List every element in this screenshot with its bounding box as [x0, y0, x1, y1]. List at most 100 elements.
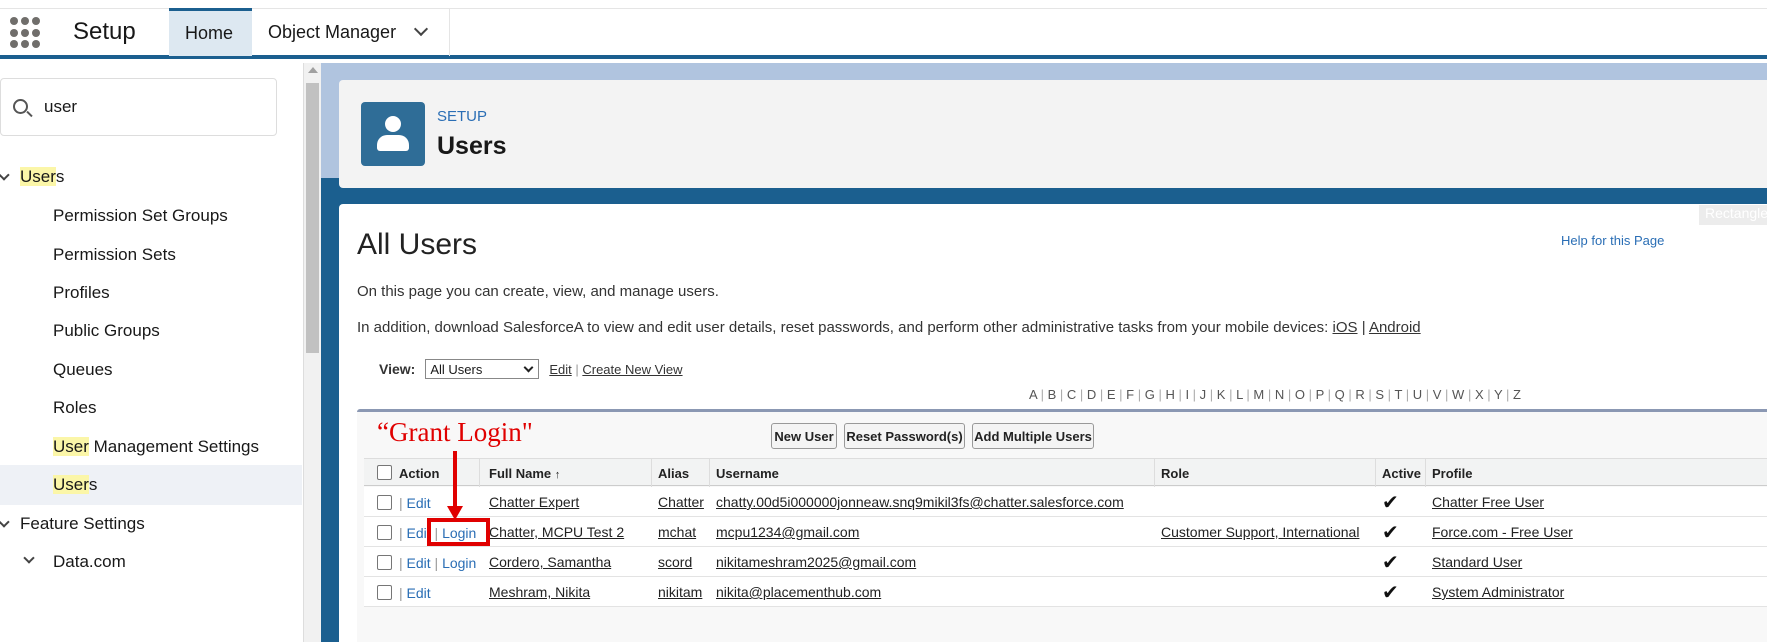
chevron-down-icon[interactable] [23, 552, 35, 564]
alias-link[interactable]: scord [658, 554, 692, 570]
table-row: | Edit | Login Chatter, MCPU Test 2 mcha… [364, 517, 1767, 547]
col-username[interactable]: Username [716, 466, 779, 481]
alpha-filter-n[interactable]: N [1275, 387, 1284, 402]
sidebar-item-queues[interactable]: Queues [0, 350, 302, 390]
android-link[interactable]: Android [1369, 319, 1421, 336]
username-link[interactable]: nikita@placementhub.com [716, 584, 881, 600]
alias-link[interactable]: Chatter [658, 494, 704, 510]
quick-find-box[interactable] [0, 78, 277, 136]
sidebar-item-label: Roles [53, 398, 97, 417]
sidebar-group-users[interactable]: Users [0, 157, 302, 197]
alpha-filter-q[interactable]: Q [1335, 387, 1345, 402]
app-launcher-icon[interactable] [10, 17, 42, 49]
alpha-filter-h[interactable]: H [1165, 387, 1174, 402]
row-checkbox[interactable] [377, 495, 392, 510]
table-row: | Edit Meshram, Nikita nikitam nikita@pl… [364, 577, 1767, 607]
profile-link[interactable]: Standard User [1432, 554, 1522, 570]
alpha-filter-t[interactable]: T [1394, 387, 1402, 402]
view-select[interactable]: All Users [425, 359, 540, 379]
full-name-link[interactable]: Chatter, MCPU Test 2 [489, 524, 624, 540]
label-rest: s [88, 475, 98, 494]
username-link[interactable]: chatty.00d5i000000jonneaw.snq9mikil3fs@c… [716, 494, 1124, 510]
alpha-separator: | [1344, 387, 1356, 402]
chevron-down-icon[interactable] [0, 169, 10, 181]
page-header: SETUP Users [339, 80, 1767, 188]
setup-breadcrumb[interactable]: SETUP [437, 108, 487, 125]
chevron-down-icon[interactable] [0, 516, 10, 528]
full-name-link[interactable]: Cordero, Samantha [489, 554, 611, 570]
sidebar-item-roles[interactable]: Roles [0, 388, 302, 428]
alpha-filter-e[interactable]: E [1107, 387, 1116, 402]
edit-link[interactable]: Edit [407, 555, 431, 571]
sidebar-item-label: Public Groups [53, 321, 160, 340]
alias-link[interactable]: nikitam [658, 584, 702, 600]
alpha-filter-d[interactable]: D [1087, 387, 1096, 402]
alpha-filter-u[interactable]: U [1413, 387, 1422, 402]
sidebar-item-users[interactable]: Users [0, 465, 302, 505]
new-user-button[interactable]: New User [771, 423, 837, 449]
alpha-filter-x[interactable]: X [1475, 387, 1484, 402]
edit-link[interactable]: Edit [407, 585, 431, 601]
sidebar-group-feature-settings[interactable]: Feature Settings [0, 504, 302, 544]
quick-find-input[interactable] [44, 93, 244, 121]
alpha-filter-g[interactable]: G [1145, 387, 1155, 402]
alpha-filter-z[interactable]: Z [1513, 387, 1521, 402]
ios-link[interactable]: iOS [1333, 319, 1358, 336]
sidebar-item-profiles[interactable]: Profiles [0, 273, 302, 313]
row-checkbox[interactable] [377, 585, 392, 600]
search-highlight: User [20, 167, 56, 186]
sidebar-item-label: Permission Set Groups [53, 206, 228, 225]
full-name-link[interactable]: Chatter Expert [489, 494, 579, 510]
edit-link[interactable]: Edit [407, 495, 431, 511]
alpha-filter-b[interactable]: B [1048, 387, 1057, 402]
alpha-filter-s[interactable]: S [1375, 387, 1384, 402]
alpha-filter-r[interactable]: R [1355, 387, 1364, 402]
row-checkbox[interactable] [377, 525, 392, 540]
chevron-down-icon[interactable] [414, 21, 429, 37]
alpha-filter-m[interactable]: M [1253, 387, 1264, 402]
alpha-filter-f[interactable]: F [1126, 387, 1134, 402]
help-link[interactable]: Help for this Page [1561, 233, 1664, 248]
add-multiple-users-button[interactable]: Add Multiple Users [972, 423, 1094, 449]
username-link[interactable]: mcpu1234@gmail.com [716, 524, 859, 540]
create-new-view-link[interactable]: Create New View [582, 362, 682, 377]
col-profile[interactable]: Profile [1432, 466, 1472, 481]
col-alias[interactable]: Alias [658, 466, 689, 481]
sidebar-scrollbar[interactable] [304, 63, 321, 642]
sidebar-item-label: Feature Settings [20, 514, 145, 533]
sidebar-group-data-com[interactable]: Data.com [0, 542, 302, 582]
profile-link[interactable]: Force.com - Free User [1432, 524, 1573, 540]
scroll-up-arrow-icon[interactable] [308, 67, 318, 73]
col-full-name[interactable]: Full Name ↑ [489, 466, 560, 481]
sidebar-item-permission-set-groups[interactable]: Permission Set Groups [0, 196, 302, 236]
alias-link[interactable]: mchat [658, 524, 696, 540]
sidebar-item-user-management-settings[interactable]: User Management Settings [0, 427, 302, 467]
sidebar-item-public-groups[interactable]: Public Groups [0, 311, 302, 351]
alpha-filter-o[interactable]: O [1295, 387, 1305, 402]
select-all-checkbox[interactable] [377, 465, 392, 480]
edit-view-link[interactable]: Edit [549, 362, 571, 377]
alpha-separator: | [1324, 387, 1335, 402]
full-name-link[interactable]: Meshram, Nikita [489, 584, 590, 600]
profile-link[interactable]: System Administrator [1432, 584, 1564, 600]
alpha-filter-l[interactable]: L [1236, 387, 1243, 402]
separator: | [1361, 319, 1366, 336]
alpha-filter-w[interactable]: W [1452, 387, 1464, 402]
role-link[interactable]: Customer Support, International [1161, 524, 1359, 540]
username-link[interactable]: nikitameshram2025@gmail.com [716, 554, 916, 570]
scrollbar-thumb[interactable] [306, 83, 319, 353]
tab-home[interactable]: Home [169, 8, 252, 56]
profile-link[interactable]: Chatter Free User [1432, 494, 1544, 510]
reset-password-button[interactable]: Reset Password(s) [844, 423, 965, 449]
col-role[interactable]: Role [1161, 466, 1189, 481]
annotation-arrow [453, 451, 457, 511]
tab-object-manager[interactable]: Object Manager [252, 8, 450, 56]
separator: | [575, 361, 579, 377]
row-checkbox[interactable] [377, 555, 392, 570]
alpha-filter-a[interactable]: A [1029, 387, 1037, 402]
col-active[interactable]: Active [1382, 466, 1421, 481]
alpha-filter-p[interactable]: P [1316, 387, 1324, 402]
sidebar-item-permission-sets[interactable]: Permission Sets [0, 235, 302, 275]
login-link[interactable]: Login [442, 555, 476, 571]
alpha-filter-c[interactable]: C [1067, 387, 1076, 402]
